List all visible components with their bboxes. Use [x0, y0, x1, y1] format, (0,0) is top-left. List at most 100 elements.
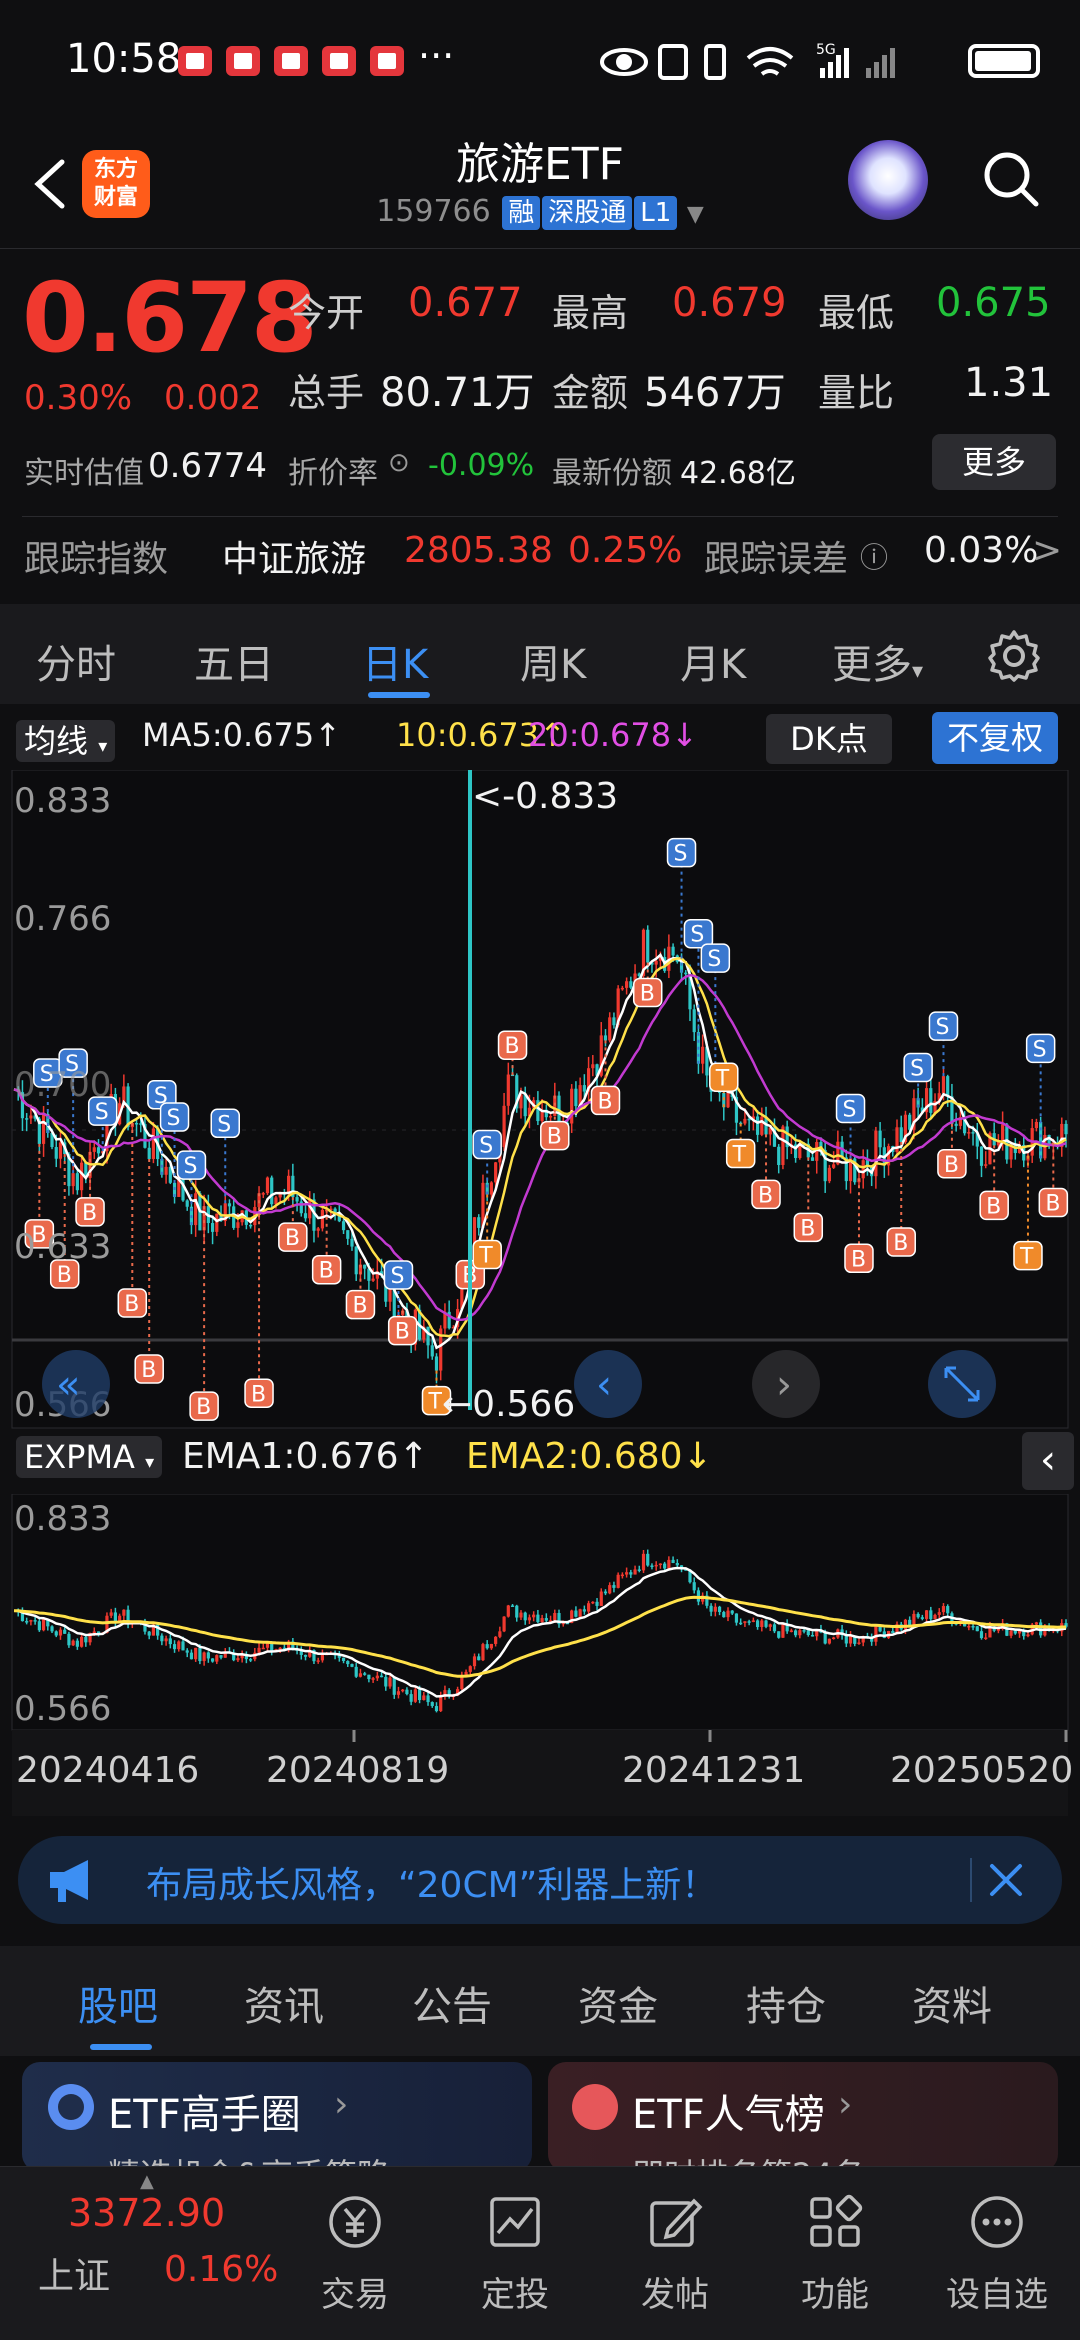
- candle-body: [79, 1636, 84, 1647]
- candle-body: [701, 1046, 705, 1064]
- more-button[interactable]: 更多: [932, 434, 1056, 490]
- candle-body: [185, 1200, 189, 1207]
- candle-body: [646, 1553, 650, 1566]
- nav-invest-plan[interactable]: 定投: [440, 2167, 590, 2340]
- grid-icon: [810, 2194, 863, 2247]
- candle-body: [320, 1209, 325, 1229]
- candle-body: [485, 1644, 489, 1649]
- candle-body: [371, 1278, 375, 1281]
- candle-body: [747, 1118, 751, 1121]
- signal-label: T: [715, 1066, 730, 1091]
- candle-body: [405, 1689, 409, 1695]
- candle-body: [832, 1637, 836, 1640]
- collapse-panel-button[interactable]: ‹: [1022, 1432, 1074, 1490]
- tab-profile[interactable]: 资料: [912, 1974, 992, 2032]
- candle-body: [941, 1076, 946, 1094]
- notification-icon: [322, 46, 356, 76]
- tab-holdings[interactable]: 持仓: [746, 1974, 826, 2032]
- signal-label: S: [390, 1264, 404, 1289]
- candle-body: [625, 981, 629, 988]
- tab-weekly-k[interactable]: 周K: [520, 632, 586, 690]
- dk-point-button[interactable]: DK点: [766, 714, 892, 764]
- candle-body: [536, 1614, 540, 1623]
- expma-chart[interactable]: 0.833 0.566 20240416 20240819 20241231 2…: [0, 1494, 1080, 1818]
- signal-label: S: [479, 1134, 493, 1159]
- candle-body: [616, 1574, 620, 1588]
- nav-trade[interactable]: 交易: [280, 2167, 430, 2340]
- candle-body: [388, 1677, 392, 1687]
- candle-body: [946, 1076, 950, 1097]
- candle-body: [477, 1656, 481, 1661]
- candle-body: [924, 1610, 929, 1619]
- candle-body: [363, 1673, 367, 1675]
- date-tick-1: 20240416: [16, 1750, 199, 1791]
- promo-banner[interactable]: 布局成长风格，“20CM”利器上新！: [18, 1836, 1062, 1924]
- nav-add-watchlist[interactable]: 设自选: [922, 2167, 1072, 2340]
- candle-body: [498, 1631, 502, 1637]
- candle-body: [160, 1635, 164, 1642]
- candle-body: [29, 1620, 33, 1622]
- candle-body: [937, 1612, 941, 1615]
- signal-label: S: [843, 1097, 857, 1122]
- discount-label: 折价率: [288, 456, 378, 491]
- tab-guba[interactable]: 股吧: [78, 1974, 158, 2032]
- gear-icon[interactable]: [986, 628, 1042, 684]
- etf-expert-card[interactable]: ETF高手圈 › 精选机会&高手策略: [22, 2062, 532, 2172]
- candle-body: [633, 1569, 637, 1575]
- tab-funds[interactable]: 资金: [578, 1974, 658, 2032]
- indicator-selector[interactable]: EXPMA ▾: [16, 1436, 163, 1478]
- search-icon[interactable]: [980, 148, 1042, 210]
- nav-functions[interactable]: 功能: [760, 2167, 910, 2340]
- nfc-icon: [658, 44, 688, 80]
- chevron-right-icon[interactable]: >: [1032, 530, 1062, 571]
- tab-announcements[interactable]: 公告: [412, 1974, 492, 2032]
- info-icon[interactable]: ⊙: [388, 448, 410, 478]
- candle-body: [954, 1123, 958, 1126]
- ma-selector[interactable]: 均线 ▾: [16, 716, 116, 762]
- candle-body: [198, 1647, 202, 1662]
- candle-body: [477, 1217, 481, 1228]
- etf-rank-card[interactable]: ETF人气榜 › 即时排名第24名: [548, 2062, 1058, 2172]
- candle-body: [50, 1626, 54, 1632]
- assistant-robot-icon[interactable]: [848, 140, 928, 220]
- card-title: ETF高手圈: [108, 2092, 301, 2138]
- close-icon[interactable]: [980, 1854, 1032, 1906]
- candle-body: [409, 1694, 413, 1702]
- candle-body: [675, 1563, 679, 1566]
- candle-body: [434, 1706, 439, 1712]
- candle-body: [1001, 1124, 1005, 1141]
- candle-body: [358, 1673, 363, 1677]
- tab-daily-k[interactable]: 日K: [362, 632, 428, 690]
- help-icon[interactable]: ⓘ: [860, 536, 888, 576]
- ma20-value: 20:0.678↓: [528, 716, 698, 754]
- candle-body: [422, 1695, 426, 1701]
- tracking-error-label: 跟踪误差: [704, 539, 849, 580]
- card-title: ETF人气榜: [632, 2092, 825, 2138]
- candle-body: [582, 1609, 586, 1612]
- tab-more[interactable]: 更多▾: [832, 632, 923, 690]
- volume-ratio-value: 1.31: [964, 360, 1054, 406]
- candle-body: [684, 972, 688, 975]
- candle-body: [747, 1621, 751, 1623]
- candle-body: [54, 1631, 58, 1636]
- nav-post[interactable]: 发帖: [600, 2167, 750, 2340]
- tab-news[interactable]: 资讯: [244, 1974, 324, 2032]
- candle-body: [916, 1613, 920, 1618]
- chart-tabs: 分时 五日 日K 周K 月K 更多▾: [0, 604, 1080, 704]
- candle-body: [426, 1695, 430, 1703]
- candle-body: [692, 1582, 696, 1591]
- candle-body: [278, 1647, 282, 1650]
- adjustment-button[interactable]: 不复权: [932, 712, 1058, 764]
- tracking-index-name[interactable]: 中证旅游: [222, 530, 366, 582]
- tab-intraday[interactable]: 分时: [36, 632, 116, 690]
- tab-five-day[interactable]: 五日: [194, 632, 274, 690]
- amount-value: 5467万: [644, 370, 786, 416]
- kline-chart[interactable]: SSSSSSSSSSSSSSSSBBBBBBBBBBBBBBBBBBBBBBBT…: [0, 770, 1080, 1430]
- candle-body: [553, 1613, 557, 1621]
- tab-monthly-k[interactable]: 月K: [680, 632, 746, 690]
- candle-body: [413, 1689, 417, 1702]
- market-index-widget[interactable]: ▲ 3372.90 上证 0.16%: [18, 2167, 278, 2340]
- y-tick-4: 0.633: [14, 1227, 111, 1267]
- candle-body: [777, 1146, 781, 1165]
- candle-body: [392, 1677, 396, 1695]
